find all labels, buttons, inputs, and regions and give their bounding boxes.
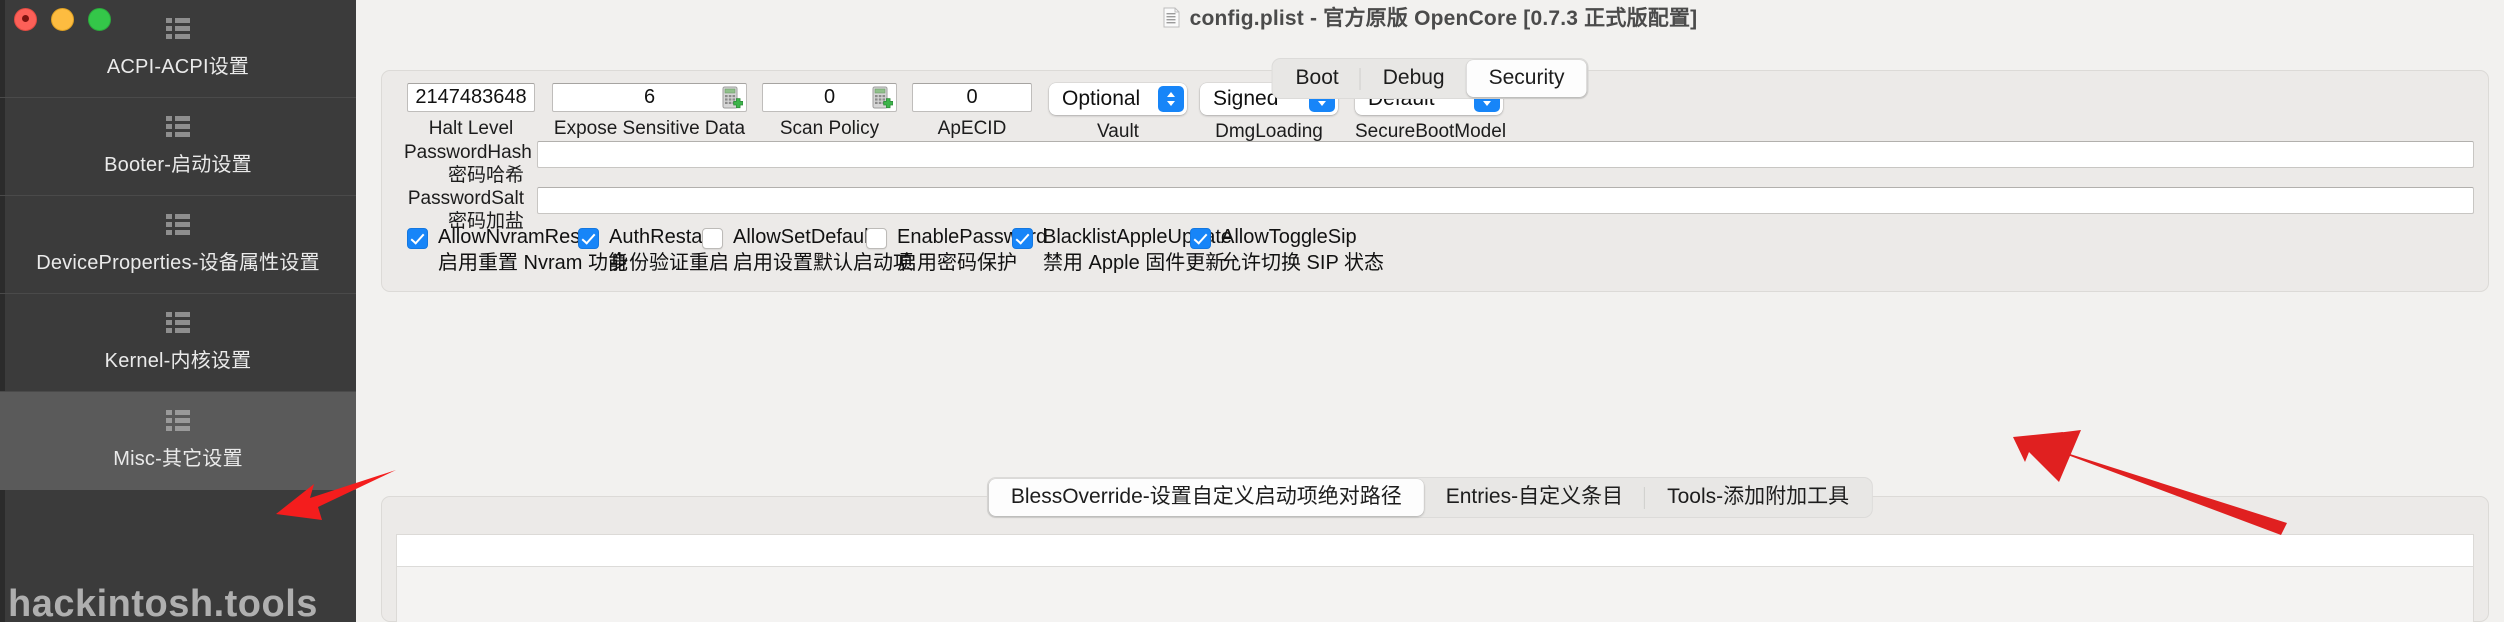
- list-icon: [166, 312, 190, 333]
- halt-level-input[interactable]: 2147483648: [407, 83, 535, 112]
- password-hash-label: PasswordHash 密码哈希: [404, 141, 532, 187]
- close-button[interactable]: [14, 8, 37, 31]
- calculator-add-icon[interactable]: [871, 86, 894, 110]
- security-panel: 2147483648 Halt Level 6 Expose Sensitive…: [381, 70, 2489, 292]
- table-body: [397, 567, 2473, 622]
- zoom-button[interactable]: [88, 8, 111, 31]
- sidebar-item-misc[interactable]: Misc-其它设置: [0, 392, 356, 490]
- password-hash-label-zh: 密码哈希: [447, 165, 524, 186]
- field-vault: Optional Vault: [1049, 83, 1187, 143]
- sidebar: ACPI-ACPI设置 Booter-启动设置 DeviceProperties…: [0, 0, 356, 622]
- apecid-input[interactable]: 0: [912, 83, 1032, 112]
- tab-entries[interactable]: Entries-自定义条目: [1424, 479, 1645, 516]
- scan-policy-value: 0: [823, 86, 836, 108]
- chevron-updown-icon[interactable]: [1158, 86, 1184, 112]
- apecid-label: ApECID: [937, 118, 1007, 139]
- scan-policy-input[interactable]: 0: [762, 83, 897, 112]
- vault-select[interactable]: Optional: [1049, 83, 1187, 115]
- checkbox-label-zh: 启用密码保护: [897, 252, 1017, 274]
- checkbox-label-zh: 允许切换 SIP 状态: [1221, 252, 1384, 274]
- sidebar-item-kernel[interactable]: Kernel-内核设置: [0, 294, 356, 392]
- sidebar-item-label: Misc-其它设置: [113, 448, 243, 470]
- tab-boot[interactable]: Boot: [1274, 60, 1361, 97]
- checkbox-label-en: AuthRestart: [609, 226, 715, 248]
- list-icon: [166, 214, 190, 235]
- watermark: hackintosh.tools: [8, 583, 318, 622]
- list-icon: [166, 116, 190, 137]
- password-salt-input[interactable]: [537, 187, 2474, 214]
- checkbox-box[interactable]: [866, 228, 887, 249]
- checkbox-box[interactable]: [702, 228, 723, 249]
- checkbox-label-en: AllowToggleSip: [1221, 226, 1357, 248]
- sidebar-item-booter[interactable]: Booter-启动设置: [0, 98, 356, 196]
- password-hash-label-en: PasswordHash: [404, 142, 532, 163]
- bottom-table: [396, 534, 2474, 622]
- window-title: config.plist - 官方原版 OpenCore [0.7.3 正式版配…: [1189, 7, 1698, 30]
- sub-tab-bar: BlessOverride-设置自定义启动项绝对路径 Entries-自定义条目…: [986, 477, 1874, 518]
- calculator-add-icon[interactable]: [721, 86, 744, 110]
- expose-sensitive-data-input[interactable]: 6: [552, 83, 747, 112]
- field-apecid: 0 ApECID: [912, 83, 1032, 140]
- plist-document-icon: [1163, 7, 1180, 28]
- table-header: [397, 535, 2473, 567]
- checkbox-label-en: AllowNvramReset: [438, 226, 597, 248]
- halt-level-label: Halt Level: [428, 118, 514, 139]
- checkbox-box[interactable]: [1190, 228, 1211, 249]
- window-controls: [14, 8, 111, 31]
- dmgloading-label: DmgLoading: [1215, 121, 1323, 142]
- field-halt-level: 2147483648 Halt Level: [407, 83, 535, 140]
- tab-security[interactable]: Security: [1466, 60, 1587, 97]
- minimize-button[interactable]: [51, 8, 74, 31]
- password-salt-label-en: PasswordSalt: [407, 188, 524, 209]
- main-content: config.plist - 官方原版 OpenCore [0.7.3 正式版配…: [356, 0, 2504, 622]
- field-expose-sensitive-data: 6 Expose Sensitive Data: [552, 83, 747, 140]
- scan-policy-label: Scan Policy: [779, 118, 880, 139]
- security-checkbox-row: AllowNvramReset 启用重置 Nvram 功能 AuthRestar…: [382, 225, 2488, 279]
- password-hash-input[interactable]: [537, 141, 2474, 168]
- field-scan-policy: 0 Scan Policy: [762, 83, 897, 140]
- checkbox-allowtogglesip[interactable]: AllowToggleSip 允许切换 SIP 状态: [1190, 225, 1384, 277]
- sidebar-item-deviceproperties[interactable]: DeviceProperties-设备属性设置: [0, 196, 356, 294]
- checkbox-box[interactable]: [578, 228, 599, 249]
- sidebar-item-label: ACPI-ACPI设置: [106, 56, 250, 78]
- tab-tools[interactable]: Tools-添加附加工具: [1644, 479, 1871, 516]
- vault-label: Vault: [1097, 121, 1139, 142]
- expose-sensitive-data-value: 6: [643, 86, 656, 108]
- securebootmodel-label: SecureBootModel: [1355, 121, 1507, 142]
- top-tab-bar: Boot Debug Security: [1271, 58, 1589, 99]
- dmgloading-value: Signed: [1213, 87, 1279, 110]
- app-window: ACPI-ACPI设置 Booter-启动设置 DeviceProperties…: [0, 0, 2504, 622]
- vault-value: Optional: [1062, 87, 1141, 110]
- sidebar-item-label: DeviceProperties-设备属性设置: [36, 252, 320, 274]
- title-bar: config.plist - 官方原版 OpenCore [0.7.3 正式版配…: [356, 0, 2504, 34]
- sidebar-item-label: Kernel-内核设置: [104, 350, 252, 372]
- checkbox-label-en: AllowSetDefault: [733, 226, 875, 248]
- checkbox-box[interactable]: [1012, 228, 1033, 249]
- sidebar-item-label: Booter-启动设置: [104, 154, 252, 176]
- tab-blessoverride[interactable]: BlessOverride-设置自定义启动项绝对路径: [988, 479, 1424, 516]
- expose-sensitive-data-label: Expose Sensitive Data: [553, 118, 746, 139]
- list-icon: [166, 18, 190, 39]
- checkbox-box[interactable]: [407, 228, 428, 249]
- tab-debug[interactable]: Debug: [1359, 60, 1467, 97]
- list-icon: [166, 410, 190, 431]
